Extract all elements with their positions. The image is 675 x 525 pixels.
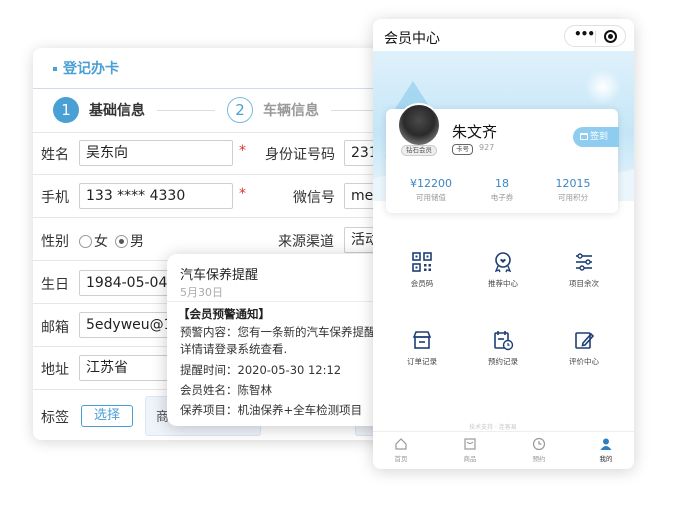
recommend-icon	[494, 252, 512, 273]
tab-label: 首页	[394, 455, 408, 463]
clock-icon	[532, 437, 546, 451]
tab-label: 预约	[532, 455, 546, 463]
notice-remind-time: 提醒时间：2020-05-30 12:12	[180, 363, 342, 377]
grid-review-center[interactable]: 评价中心	[544, 329, 624, 367]
stat-points[interactable]: 12015 可用积分	[538, 177, 608, 203]
step-1-indicator[interactable]: 1	[53, 97, 79, 123]
qrcode-icon	[412, 252, 432, 272]
stat-value: 12015	[555, 177, 591, 190]
more-icon[interactable]: •••	[574, 27, 595, 41]
capsule-divider	[595, 31, 596, 43]
grid-appointment-records[interactable]: 预约记录	[463, 329, 543, 367]
miniprogram-capsule[interactable]: •••	[564, 25, 626, 47]
name-label: 姓名	[41, 147, 69, 163]
step-1-label[interactable]: 基础信息	[89, 100, 145, 120]
tags-label: 标签	[41, 410, 69, 426]
avatar[interactable]	[397, 103, 441, 147]
source-label: 来源渠道	[278, 234, 334, 250]
required-mark: *	[239, 143, 246, 159]
grid-label: 项目余次	[569, 279, 599, 288]
grid-label: 订单记录	[407, 357, 437, 366]
user-icon	[600, 438, 612, 450]
grid-label: 预约记录	[488, 357, 518, 366]
required-mark: *	[239, 186, 246, 202]
title-divider	[33, 88, 413, 89]
notice-content-line-1: 预警内容：您有一条新的汽车保养提醒，	[180, 325, 387, 339]
card-number: 927	[479, 143, 495, 152]
stat-label: 可用储值	[416, 193, 446, 202]
grid-project-remaining[interactable]: 项目余次	[544, 251, 624, 289]
notice-service-items: 保养项目：机油保养+全车检测项目	[180, 403, 363, 417]
grid-order-records[interactable]: 订单记录	[382, 329, 462, 367]
registration-title: 登记办卡	[53, 58, 119, 78]
sun-glow	[585, 69, 621, 105]
close-target-icon[interactable]	[604, 30, 617, 43]
address-label: 地址	[41, 362, 69, 378]
notice-date: 5月30日	[180, 286, 223, 299]
stat-value: ¥12200	[410, 177, 452, 190]
tab-appointment[interactable]: 预约	[519, 437, 559, 463]
stat-label: 可用积分	[558, 193, 588, 202]
stat-value: 18	[495, 177, 509, 190]
grid-member-code[interactable]: 会员码	[382, 251, 462, 289]
radio-icon[interactable]	[79, 235, 92, 248]
form-divider	[33, 132, 413, 133]
tab-label: 我的	[599, 455, 613, 463]
goods-icon	[464, 438, 476, 450]
step-2-label[interactable]: 车辆信息	[263, 100, 319, 120]
edit-review-icon	[575, 332, 595, 349]
tab-mine[interactable]: 我的	[586, 437, 626, 463]
radio-checked-icon[interactable]	[115, 235, 128, 248]
grid-label: 推荐中心	[488, 279, 518, 288]
gender-female-option[interactable]: 女	[79, 231, 108, 251]
select-tags-button[interactable]: 选择	[81, 405, 133, 427]
notice-content-line-2: 详情请登录系统查看.	[180, 342, 288, 356]
signin-button[interactable]: 签到	[573, 127, 619, 147]
shop-order-icon	[412, 331, 432, 349]
form-divider	[33, 174, 413, 175]
calendar-clock-icon	[494, 331, 514, 351]
stat-balance[interactable]: ¥12200 可用储值	[396, 177, 466, 203]
grid-label: 会员码	[410, 279, 434, 288]
notice-title: 汽车保养提醒	[180, 268, 259, 283]
tech-support-text: 技术支持 · 连客易	[469, 424, 517, 431]
gender-label: 性别	[41, 234, 69, 250]
tab-goods[interactable]: 商品	[450, 437, 490, 463]
maintenance-reminder-popup[interactable]: 汽车保养提醒 5月30日 【会员预警通知】 预警内容：您有一条新的汽车保养提醒，…	[167, 254, 402, 426]
gender-male-option[interactable]: 男	[115, 231, 144, 251]
notice-member-name: 会员姓名：陈智林	[180, 383, 272, 397]
card-tag: 卡号	[452, 144, 473, 155]
member-card: 钻石会员 朱文齐 卡号 927 签到 ¥12200 可用储值 18 电子券 12…	[386, 103, 619, 213]
member-center-phone: 会员中心 ••• 钻石会员 朱文齐 卡号 927 签到 ¥12200 可用储值 …	[373, 19, 634, 469]
name-input[interactable]: 吴东向	[79, 140, 233, 166]
tab-home[interactable]: 首页	[381, 437, 421, 463]
bottom-tab-bar: 首页 商品 预约 我的	[373, 431, 634, 469]
calendar-icon	[580, 133, 588, 140]
stat-coupons[interactable]: 18 电子券	[467, 177, 537, 203]
stat-label: 电子券	[490, 193, 514, 202]
birthday-label: 生日	[41, 277, 69, 293]
form-divider	[33, 217, 413, 218]
member-name: 朱文齐	[452, 123, 498, 141]
grid-label: 评价中心	[569, 357, 599, 366]
home-icon	[395, 438, 407, 450]
step-connector	[157, 110, 215, 111]
grid-recommend-center[interactable]: 推荐中心	[463, 251, 543, 289]
phone-nav-header: 会员中心 •••	[373, 19, 634, 51]
email-label: 邮箱	[41, 320, 69, 336]
phone-label: 手机	[41, 190, 69, 206]
notice-divider	[167, 301, 402, 302]
id-number-label: 身份证号码	[265, 147, 335, 163]
step-2-indicator[interactable]: 2	[227, 97, 253, 123]
page-title: 会员中心	[384, 31, 440, 47]
notice-heading: 【会员预警通知】	[178, 307, 270, 321]
wechat-label: 微信号	[293, 190, 335, 206]
list-settings-icon	[576, 253, 592, 271]
tab-label: 商品	[463, 455, 477, 463]
phone-input[interactable]: 133 **** 4330	[79, 183, 233, 209]
member-level-badge: 钻石会员	[401, 145, 437, 156]
